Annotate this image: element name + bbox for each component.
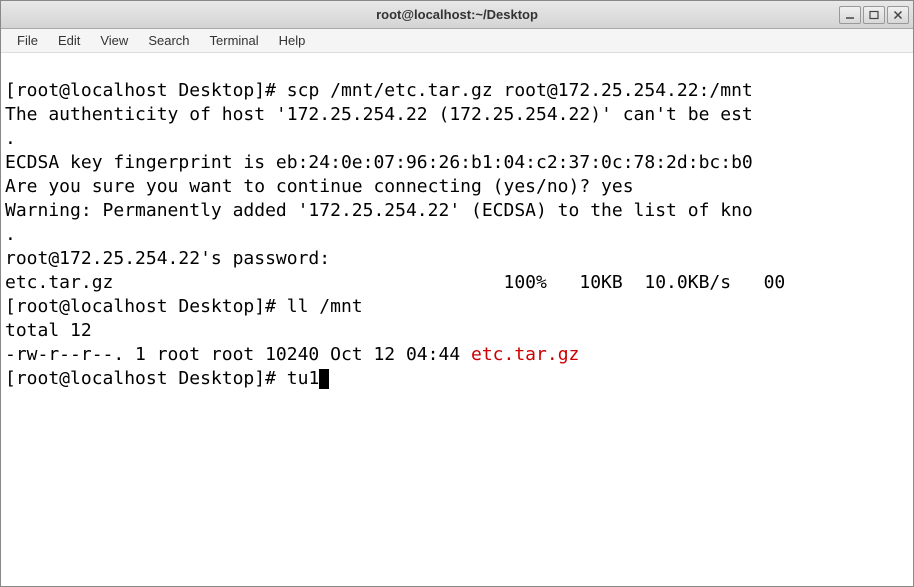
minimize-icon xyxy=(845,10,855,20)
menu-terminal[interactable]: Terminal xyxy=(202,31,267,50)
menu-file[interactable]: File xyxy=(9,31,46,50)
window-titlebar: root@localhost:~/Desktop xyxy=(1,1,913,29)
output-line: Are you sure you want to continue connec… xyxy=(5,176,634,197)
output-line: . xyxy=(5,128,16,149)
output-line: -rw-r--r--. 1 root root 10240 Oct 12 04:… xyxy=(5,344,471,365)
menu-help[interactable]: Help xyxy=(271,31,314,50)
output-line: root@172.25.254.22's password: xyxy=(5,248,341,269)
command-text: scp /mnt/etc.tar.gz root@172.25.254.22:/… xyxy=(287,80,753,101)
output-line: Warning: Permanently added '172.25.254.2… xyxy=(5,200,753,221)
menu-bar: File Edit View Search Terminal Help xyxy=(1,29,913,53)
command-text: ll /mnt xyxy=(287,296,363,317)
output-line: The authenticity of host '172.25.254.22 … xyxy=(5,104,753,125)
output-line: . xyxy=(5,224,16,245)
window-controls xyxy=(839,6,909,24)
terminal-area[interactable]: [root@localhost Desktop]# scp /mnt/etc.t… xyxy=(1,53,913,586)
close-icon xyxy=(893,10,903,20)
menu-edit[interactable]: Edit xyxy=(50,31,88,50)
file-name-highlight: etc.tar.gz xyxy=(471,344,579,365)
close-button[interactable] xyxy=(887,6,909,24)
output-line: etc.tar.gz 100% 10KB 10.0KB/s 00 xyxy=(5,272,785,293)
menu-search[interactable]: Search xyxy=(140,31,197,50)
maximize-button[interactable] xyxy=(863,6,885,24)
prompt: [root@localhost Desktop]# xyxy=(5,368,287,389)
maximize-icon xyxy=(869,10,879,20)
output-line: total 12 xyxy=(5,320,92,341)
menu-view[interactable]: View xyxy=(92,31,136,50)
output-line: ECDSA key fingerprint is eb:24:0e:07:96:… xyxy=(5,152,753,173)
command-text: tu1 xyxy=(287,368,320,389)
window-title: root@localhost:~/Desktop xyxy=(376,7,538,22)
minimize-button[interactable] xyxy=(839,6,861,24)
prompt: [root@localhost Desktop]# xyxy=(5,296,287,317)
prompt: [root@localhost Desktop]# xyxy=(5,80,287,101)
cursor-block xyxy=(319,369,329,389)
